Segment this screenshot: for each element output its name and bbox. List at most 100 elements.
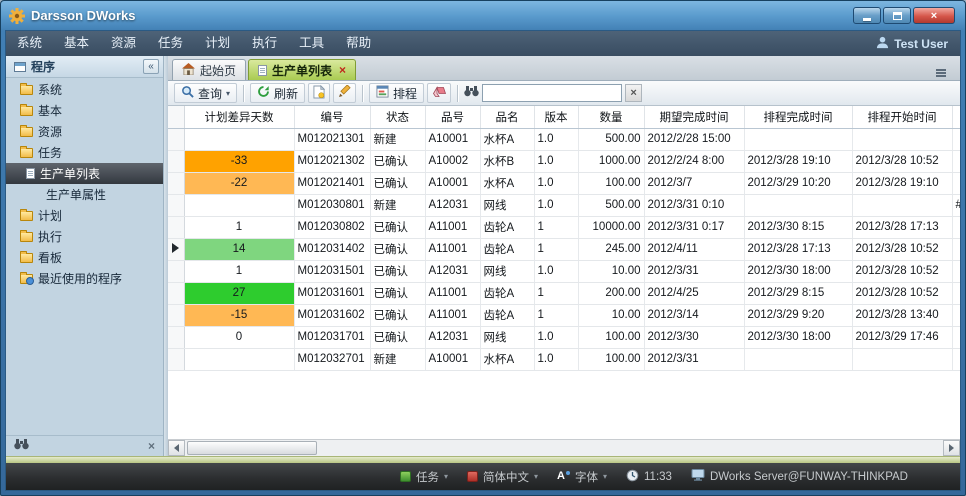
table-row[interactable]: -15M012031602已确认A11001齿轮A110.002012/3/14… xyxy=(168,304,960,326)
orders-table: 计划差异天数编号状态品号品名版本数量期望完成时间排程完成时间排程开始时间自动 M… xyxy=(168,106,960,439)
table-row[interactable]: -22M012021401已确认A10001水杯A1.0100.002012/3… xyxy=(168,172,960,194)
tab-home[interactable]: 起始页 xyxy=(172,59,246,80)
minimize-button[interactable] xyxy=(853,7,881,24)
column-header-qty[interactable]: 数量 xyxy=(578,106,644,128)
scroll-left-button[interactable] xyxy=(168,440,185,456)
scrollbar-thumb[interactable] xyxy=(187,441,317,455)
cell-diff: 1 xyxy=(184,260,294,282)
column-header-part_name[interactable]: 品名 xyxy=(480,106,534,128)
table-row[interactable]: 1M012031501已确认A12031网线1.010.002012/3/312… xyxy=(168,260,960,282)
sidebar-item-recent[interactable]: 最近使用的程序 xyxy=(6,268,163,289)
column-header-expected_finish[interactable]: 期望完成时间 xyxy=(644,106,744,128)
table-row[interactable]: 14M012031402已确认A11001齿轮A1245.002012/4/11… xyxy=(168,238,960,260)
menu-item[interactable]: 计划 xyxy=(194,31,241,56)
edit-button[interactable] xyxy=(333,83,356,103)
user-menu[interactable]: Test User xyxy=(876,36,960,52)
horizontal-scrollbar[interactable] xyxy=(168,439,960,456)
toolbar-separator xyxy=(243,85,244,102)
column-header-part_no[interactable]: 品号 xyxy=(425,106,480,128)
close-window-button[interactable]: × xyxy=(913,7,955,24)
titlebar[interactable]: Darsson DWorks × xyxy=(5,1,961,30)
schedule-button[interactable]: 排程 xyxy=(369,83,424,103)
cell-order_no: M012021401 xyxy=(294,172,370,194)
cell-version: 1.0 xyxy=(534,326,578,348)
cell-status: 已确认 xyxy=(370,150,425,172)
window-title: Darsson DWorks xyxy=(31,8,136,23)
sidebar-item-execute[interactable]: 执行 xyxy=(6,226,163,247)
tab-list-icon[interactable] xyxy=(936,69,946,71)
row-marker-header[interactable] xyxy=(168,106,184,128)
table-row[interactable]: -33M012021302已确认A10002水杯B1.01000.002012/… xyxy=(168,150,960,172)
cell-order_no: M012031701 xyxy=(294,326,370,348)
maximize-button[interactable] xyxy=(883,7,911,24)
cell-diff: -15 xyxy=(184,304,294,326)
row-marker-cell xyxy=(168,172,184,194)
menu-item[interactable]: 执行 xyxy=(241,31,288,56)
sidebar-item-resource[interactable]: 资源 xyxy=(6,121,163,142)
sidebar-search-clear-button[interactable]: × xyxy=(148,439,155,453)
cell-status: 新建 xyxy=(370,194,425,216)
cell-expected_finish: 2012/2/28 15:00 xyxy=(644,128,744,150)
sidebar-search-bar[interactable]: × xyxy=(6,435,163,456)
tab-close-icon[interactable]: × xyxy=(339,63,346,77)
menu-item[interactable]: 任务 xyxy=(147,31,194,56)
cell-part_name: 网线 xyxy=(480,260,534,282)
menu-item[interactable]: 帮助 xyxy=(335,31,382,56)
folder-clock-icon xyxy=(20,274,33,284)
table-row[interactable]: 27M012031601已确认A11001齿轮A1200.002012/4/25… xyxy=(168,282,960,304)
table-row[interactable]: M012032701新建A10001水杯A1.0100.002012/3/31 xyxy=(168,348,960,370)
cell-version: 1.0 xyxy=(534,150,578,172)
sidebar-item-label: 任务 xyxy=(38,144,62,161)
menu-item[interactable]: 基本 xyxy=(53,31,100,56)
sidebar-item-label: 生产单属性 xyxy=(46,186,106,203)
table-row[interactable]: M012030801新建A12031网线1.0500.002012/3/31 0… xyxy=(168,194,960,216)
search-clear-button[interactable]: × xyxy=(625,84,642,102)
table-row[interactable]: M012021301新建A10001水杯A1.0500.002012/2/28 … xyxy=(168,128,960,150)
new-order-button[interactable] xyxy=(308,83,330,103)
column-header-order_no[interactable]: 编号 xyxy=(294,106,370,128)
cell-qty: 10.00 xyxy=(578,304,644,326)
sidebar-collapse-button[interactable]: « xyxy=(143,59,159,74)
sidebar-item-label: 执行 xyxy=(38,228,62,245)
tab-orders[interactable]: 生产单列表 × xyxy=(248,59,356,80)
column-header-sched_finish[interactable]: 排程完成时间 xyxy=(744,106,852,128)
sidebar-item-task[interactable]: 任务 xyxy=(6,142,163,163)
sidebar-item-system[interactable]: 系统 xyxy=(6,79,163,100)
font-menu[interactable]: A 字体 ▾ xyxy=(557,469,607,485)
sidebar-item-plan[interactable]: 计划 xyxy=(6,205,163,226)
table-row[interactable]: 1M012030802已确认A11001齿轮A110000.002012/3/3… xyxy=(168,216,960,238)
folder-icon xyxy=(20,253,33,263)
sidebar-item-kanban[interactable]: 看板 xyxy=(6,247,163,268)
scroll-right-button[interactable] xyxy=(943,440,960,456)
table-body: M012021301新建A10001水杯A1.0500.002012/2/28 … xyxy=(168,128,960,370)
sidebar-item-order-list[interactable]: 生产单列表 xyxy=(6,163,163,184)
user-name: Test User xyxy=(894,37,948,51)
sidebar-item-order-props[interactable]: 生产单属性 xyxy=(6,184,163,205)
query-button[interactable]: 查询 ▾ xyxy=(174,83,237,103)
refresh-button[interactable]: 刷新 xyxy=(250,83,305,103)
refresh-icon xyxy=(257,85,270,101)
cell-part_name: 网线 xyxy=(480,194,534,216)
menu-item[interactable]: 工具 xyxy=(288,31,335,56)
cell-order_no: M012032701 xyxy=(294,348,370,370)
cell-expected_finish: 2012/3/30 xyxy=(644,326,744,348)
column-header-version[interactable]: 版本 xyxy=(534,106,578,128)
menu-item[interactable]: 资源 xyxy=(100,31,147,56)
column-header-diff[interactable]: 计划差异天数 xyxy=(184,106,294,128)
cell-sched_finish: 2012/3/30 18:00 xyxy=(744,326,852,348)
cell-part_no: A12031 xyxy=(425,194,480,216)
column-header-status[interactable]: 状态 xyxy=(370,106,425,128)
sidebar-item-basic[interactable]: 基本 xyxy=(6,100,163,121)
sidebar-item-label: 基本 xyxy=(38,102,62,119)
eraser-button[interactable] xyxy=(427,83,451,103)
column-header-extra[interactable]: 自动 xyxy=(952,106,960,128)
query-button-label: 查询 xyxy=(198,85,222,102)
menu-item[interactable]: 系统 xyxy=(6,31,53,56)
table-row[interactable]: 0M012031701已确认A12031网线1.0100.002012/3/30… xyxy=(168,326,960,348)
search-input[interactable] xyxy=(482,84,622,102)
font-menu-label: 字体 xyxy=(575,469,598,485)
language-menu[interactable]: 简体中文 ▾ xyxy=(467,469,538,485)
task-menu[interactable]: 任务 ▾ xyxy=(400,469,448,485)
cell-version: 1 xyxy=(534,238,578,260)
column-header-sched_start[interactable]: 排程开始时间 xyxy=(852,106,952,128)
